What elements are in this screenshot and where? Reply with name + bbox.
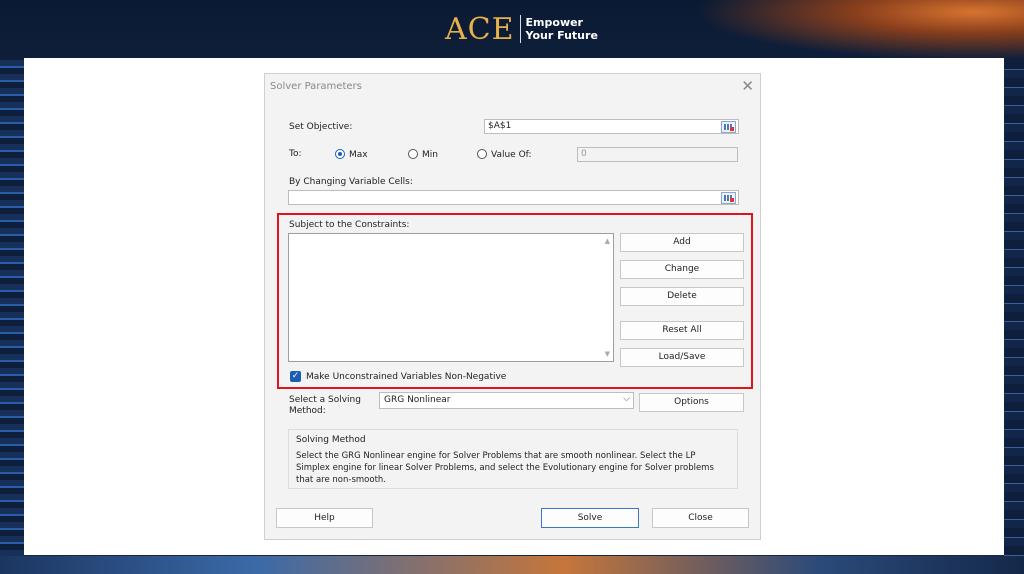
min-radio[interactable]	[408, 149, 418, 159]
background-city-left	[0, 60, 24, 574]
background-glow	[694, 0, 1024, 60]
constraints-list[interactable]: ▲ ▼	[288, 233, 614, 362]
range-select-icon[interactable]	[721, 121, 736, 133]
solving-method-value: GRG Nonlinear	[384, 395, 451, 405]
solving-method-group: Solving Method Select the GRG Nonlinear …	[288, 429, 738, 489]
close-icon[interactable]: ✕	[741, 77, 754, 95]
solving-method-description: Select the GRG Nonlinear engine for Solv…	[296, 451, 714, 485]
max-radio[interactable]	[335, 149, 345, 159]
brand-logo: ACE Empower Your Future	[445, 11, 598, 47]
logo-tagline-line1: Empower	[525, 16, 583, 29]
range-select-icon[interactable]	[721, 192, 736, 204]
set-objective-label: Set Objective:	[289, 122, 353, 132]
close-button[interactable]: Close	[652, 508, 749, 528]
logo-tagline: Empower Your Future	[526, 16, 598, 42]
background-city-right	[1004, 60, 1024, 574]
dialog-titlebar: Solver Parameters ✕	[265, 74, 760, 98]
solving-method-group-title: Solving Method	[296, 435, 366, 445]
logo-divider	[519, 15, 521, 43]
non-negative-label: Make Unconstrained Variables Non-Negativ…	[306, 372, 507, 382]
load-save-button[interactable]: Load/Save	[620, 348, 744, 367]
solving-method-select[interactable]: GRG Nonlinear ⌵	[379, 392, 634, 409]
value-of-input[interactable]: 0	[577, 147, 738, 162]
changing-cells-label: By Changing Variable Cells:	[289, 177, 413, 187]
set-objective-input[interactable]: $A$1	[484, 119, 739, 134]
solving-method-label-line1: Select a Solving	[289, 395, 361, 405]
chevron-down-icon: ⌵	[623, 394, 630, 404]
add-button[interactable]: Add	[620, 233, 744, 252]
non-negative-checkbox[interactable]: ✓	[290, 371, 301, 382]
change-button[interactable]: Change	[620, 260, 744, 279]
value-of-radio-label: Value Of:	[491, 150, 532, 160]
solver-parameters-dialog: Solver Parameters ✕ Set Objective: $A$1 …	[264, 73, 761, 540]
changing-cells-input[interactable]	[288, 190, 739, 205]
options-button[interactable]: Options	[639, 393, 744, 412]
background-bottom-strip	[0, 556, 1024, 574]
scroll-up-icon[interactable]: ▲	[605, 237, 610, 245]
logo-ace-text: ACE	[445, 11, 515, 47]
max-radio-label: Max	[349, 150, 368, 160]
constraints-label: Subject to the Constraints:	[289, 220, 410, 230]
to-label: To:	[289, 149, 302, 159]
solving-method-label-line2: Method:	[289, 406, 326, 416]
help-button[interactable]: Help	[276, 508, 373, 528]
logo-tagline-line2: Your Future	[525, 29, 598, 42]
solve-button[interactable]: Solve	[541, 508, 639, 528]
scroll-down-icon[interactable]: ▼	[605, 350, 610, 358]
delete-button[interactable]: Delete	[620, 287, 744, 306]
value-of-radio[interactable]	[477, 149, 487, 159]
dialog-title: Solver Parameters	[270, 81, 362, 92]
min-radio-label: Min	[422, 150, 438, 160]
reset-all-button[interactable]: Reset All	[620, 321, 744, 340]
